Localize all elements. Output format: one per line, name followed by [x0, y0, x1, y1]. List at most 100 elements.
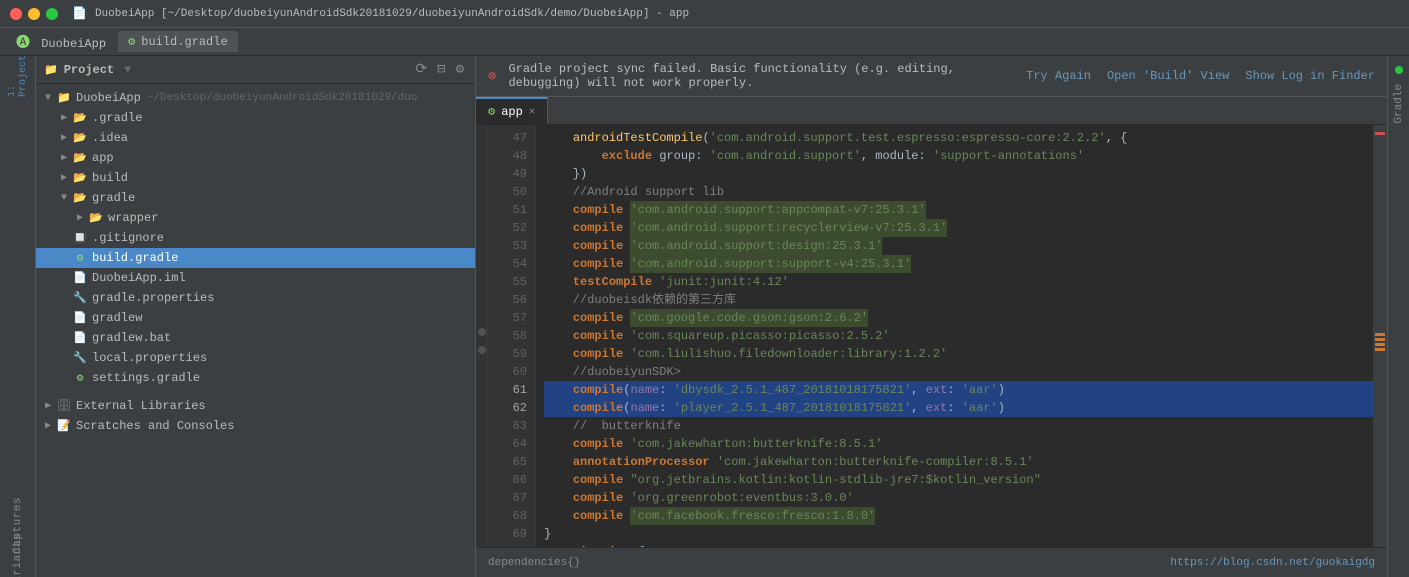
sidebar-item-project[interactable]: 1: Project: [6, 64, 30, 88]
error-icon: ⊗: [488, 68, 496, 85]
settings-icon[interactable]: ⚙: [453, 61, 467, 78]
build-folder-icon: 📂: [72, 170, 88, 186]
gradlew-icon: 📄: [72, 310, 88, 326]
gradle-folder-label: gradle: [92, 191, 135, 205]
code-line-70: repositories {: [544, 543, 1373, 547]
gitignore-arrow: [56, 230, 72, 246]
sync-icon[interactable]: ⟳: [412, 61, 430, 78]
project-tree: 📁 DuobeiApp ~/Desktop/duobeiyunAndroidSd…: [36, 84, 475, 577]
tree-item-gradle-hidden[interactable]: 📂 .gradle: [36, 108, 475, 128]
app-folder-icon: 📂: [72, 150, 88, 166]
gradle-props-icon: 🔧: [72, 290, 88, 306]
gradle-vertical-label[interactable]: Gradle: [1393, 78, 1405, 130]
code-line-69: }: [544, 525, 1373, 543]
gradle-folder-icon: 📂: [72, 110, 88, 126]
gradle-label: .gradle: [92, 111, 142, 125]
code-line-64: compile 'com.jakewharton:butterknife:8.5…: [544, 435, 1373, 453]
tree-item-local-props[interactable]: 🔧 local.properties: [36, 348, 475, 368]
line-num-64: 64: [488, 435, 535, 453]
line-num-48: 48: [488, 147, 535, 165]
code-line-48: exclude group: 'com.android.support', mo…: [544, 147, 1373, 165]
code-line-55: testCompile 'junit:junit:4.12': [544, 273, 1373, 291]
line-num-58: 58: [488, 327, 535, 345]
collapse-icon[interactable]: ⊟: [434, 61, 448, 78]
tree-item-ext-libs[interactable]: 🗄 External Libraries: [36, 396, 475, 416]
tree-item-gradlew[interactable]: 📄 gradlew: [36, 308, 475, 328]
line-num-59: 59: [488, 345, 535, 363]
status-left: dependencies{}: [488, 557, 580, 569]
try-again-link[interactable]: Try Again: [1026, 69, 1091, 83]
settings-gradle-arrow: [56, 370, 72, 386]
warning-marker-4: [1375, 348, 1385, 351]
maximize-button[interactable]: [46, 8, 58, 20]
build-gradle-menu-tab[interactable]: ⚙ build.gradle: [118, 31, 238, 52]
line-num-62: 62: [488, 399, 535, 417]
code-line-49: }): [544, 165, 1373, 183]
code-line-62[interactable]: compile(name: 'player_2.5.1_487_20181018…: [544, 399, 1373, 417]
code-editor[interactable]: 47 48 49 50 51 52 53 54 55 56 57 58 59 6…: [476, 125, 1387, 547]
gradle-props-arrow: [56, 290, 72, 306]
sidebar-item-variants[interactable]: Variants: [6, 549, 30, 573]
line-num-50: 50: [488, 183, 535, 201]
line-num-49: 49: [488, 165, 535, 183]
editor-tab-app[interactable]: ⚙ app ✕: [476, 97, 548, 124]
tree-item-wrapper[interactable]: 📂 wrapper: [36, 208, 475, 228]
code-line-50: //Android support lib: [544, 183, 1373, 201]
tree-item-gradle-folder[interactable]: 📂 gradle: [36, 188, 475, 208]
idea-arrow: [56, 130, 72, 146]
close-button[interactable]: [10, 8, 22, 20]
error-marker: [1375, 132, 1385, 135]
gitignore-label: .gitignore: [92, 231, 164, 245]
code-line-60: //duobeiyunSDK>: [544, 363, 1373, 381]
dropdown-arrow[interactable]: ▼: [124, 63, 131, 77]
window-title: DuobeiApp [~/Desktop/duobeiyunAndroidSdk…: [95, 8, 689, 20]
code-line-68: compile 'com.facebook.fresco:fresco:1.8.…: [544, 507, 1373, 525]
open-build-view-link[interactable]: Open 'Build' View: [1107, 69, 1229, 83]
code-line-59: compile 'com.liulishuo.filedownloader:li…: [544, 345, 1373, 363]
code-line-61[interactable]: compile(name: 'dbysdk_2.5.1_487_20181018…: [544, 381, 1373, 399]
idea-label: .idea: [92, 131, 128, 145]
file-icon: 📄: [72, 6, 87, 21]
menu-duobeiapp[interactable]: 🅐 DuobeiApp: [8, 29, 114, 55]
minimize-button[interactable]: [28, 8, 40, 20]
root-path: ~/Desktop/duobeiyunAndroidSdk20181029/du…: [147, 92, 418, 104]
tree-item-build-gradle[interactable]: ⚙ build.gradle: [36, 248, 475, 268]
tree-root-item[interactable]: 📁 DuobeiApp ~/Desktop/duobeiyunAndroidSd…: [36, 88, 475, 108]
project-panel-title: Project: [64, 63, 114, 77]
gradle-open-icon: 📂: [72, 190, 88, 206]
left-sidebar: 1: Project Captures Variants: [0, 56, 36, 577]
line-num-61: 61: [488, 381, 535, 399]
settings-gradle-label: settings.gradle: [92, 371, 200, 385]
line-num-63: 63: [488, 417, 535, 435]
wrapper-label: wrapper: [108, 211, 158, 225]
line-num-67: 67: [488, 489, 535, 507]
tree-item-iml[interactable]: 📄 DuobeiApp.iml: [36, 268, 475, 288]
scratches-arrow: [40, 418, 56, 434]
tree-item-settings-gradle[interactable]: ⚙ settings.gradle: [36, 368, 475, 388]
code-line-53: compile 'com.android.support:design:25.3…: [544, 237, 1373, 255]
app-arrow: [56, 150, 72, 166]
title-bar: 📄 DuobeiApp [~/Desktop/duobeiyunAndroidS…: [0, 0, 1409, 28]
editor-tabs: ⚙ app ✕: [476, 97, 1387, 125]
traffic-lights: [10, 8, 58, 20]
tree-item-idea[interactable]: 📂 .idea: [36, 128, 475, 148]
code-content[interactable]: androidTestCompile('com.android.support.…: [536, 125, 1373, 547]
idea-folder-icon: 📂: [72, 130, 88, 146]
tab-close-btn[interactable]: ✕: [529, 106, 535, 118]
show-log-link[interactable]: Show Log in Finder: [1245, 69, 1375, 83]
line-num-70: 70: [488, 543, 535, 547]
tree-item-gradle-props[interactable]: 🔧 gradle.properties: [36, 288, 475, 308]
tree-item-build[interactable]: 📂 build: [36, 168, 475, 188]
status-right[interactable]: https://blog.csdn.net/guokaigdg: [1170, 557, 1375, 569]
tree-item-scratches[interactable]: 📝 Scratches and Consoles: [36, 416, 475, 436]
iml-icon: 📄: [72, 270, 88, 286]
gradle-menu-icon: ⚙: [128, 34, 135, 49]
app-label: app: [92, 151, 114, 165]
root-folder-icon: 📁: [56, 90, 72, 106]
tree-item-gitignore[interactable]: 🔲 .gitignore: [36, 228, 475, 248]
build-gradle-file-label: build.gradle: [92, 251, 178, 265]
scratches-label: Scratches and Consoles: [76, 419, 234, 433]
tree-item-gradlew-bat[interactable]: 📄 gradlew.bat: [36, 328, 475, 348]
line-num-65: 65: [488, 453, 535, 471]
tree-item-app[interactable]: 📂 app: [36, 148, 475, 168]
